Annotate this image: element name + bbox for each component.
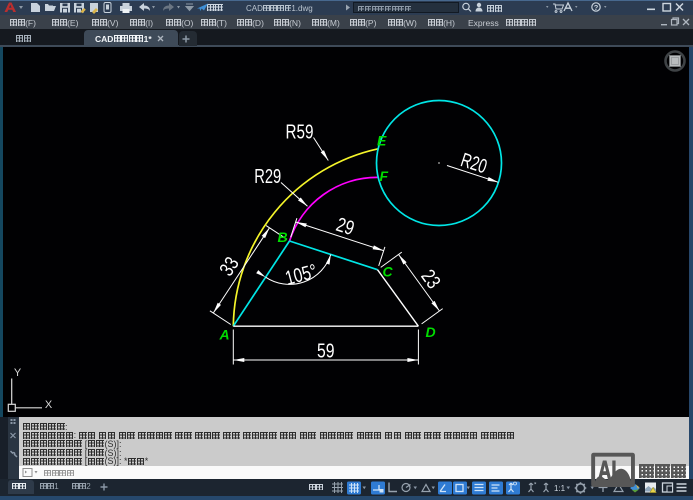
svg-text:?: ? [594,3,599,12]
svg-text:AI: AI [598,455,617,485]
